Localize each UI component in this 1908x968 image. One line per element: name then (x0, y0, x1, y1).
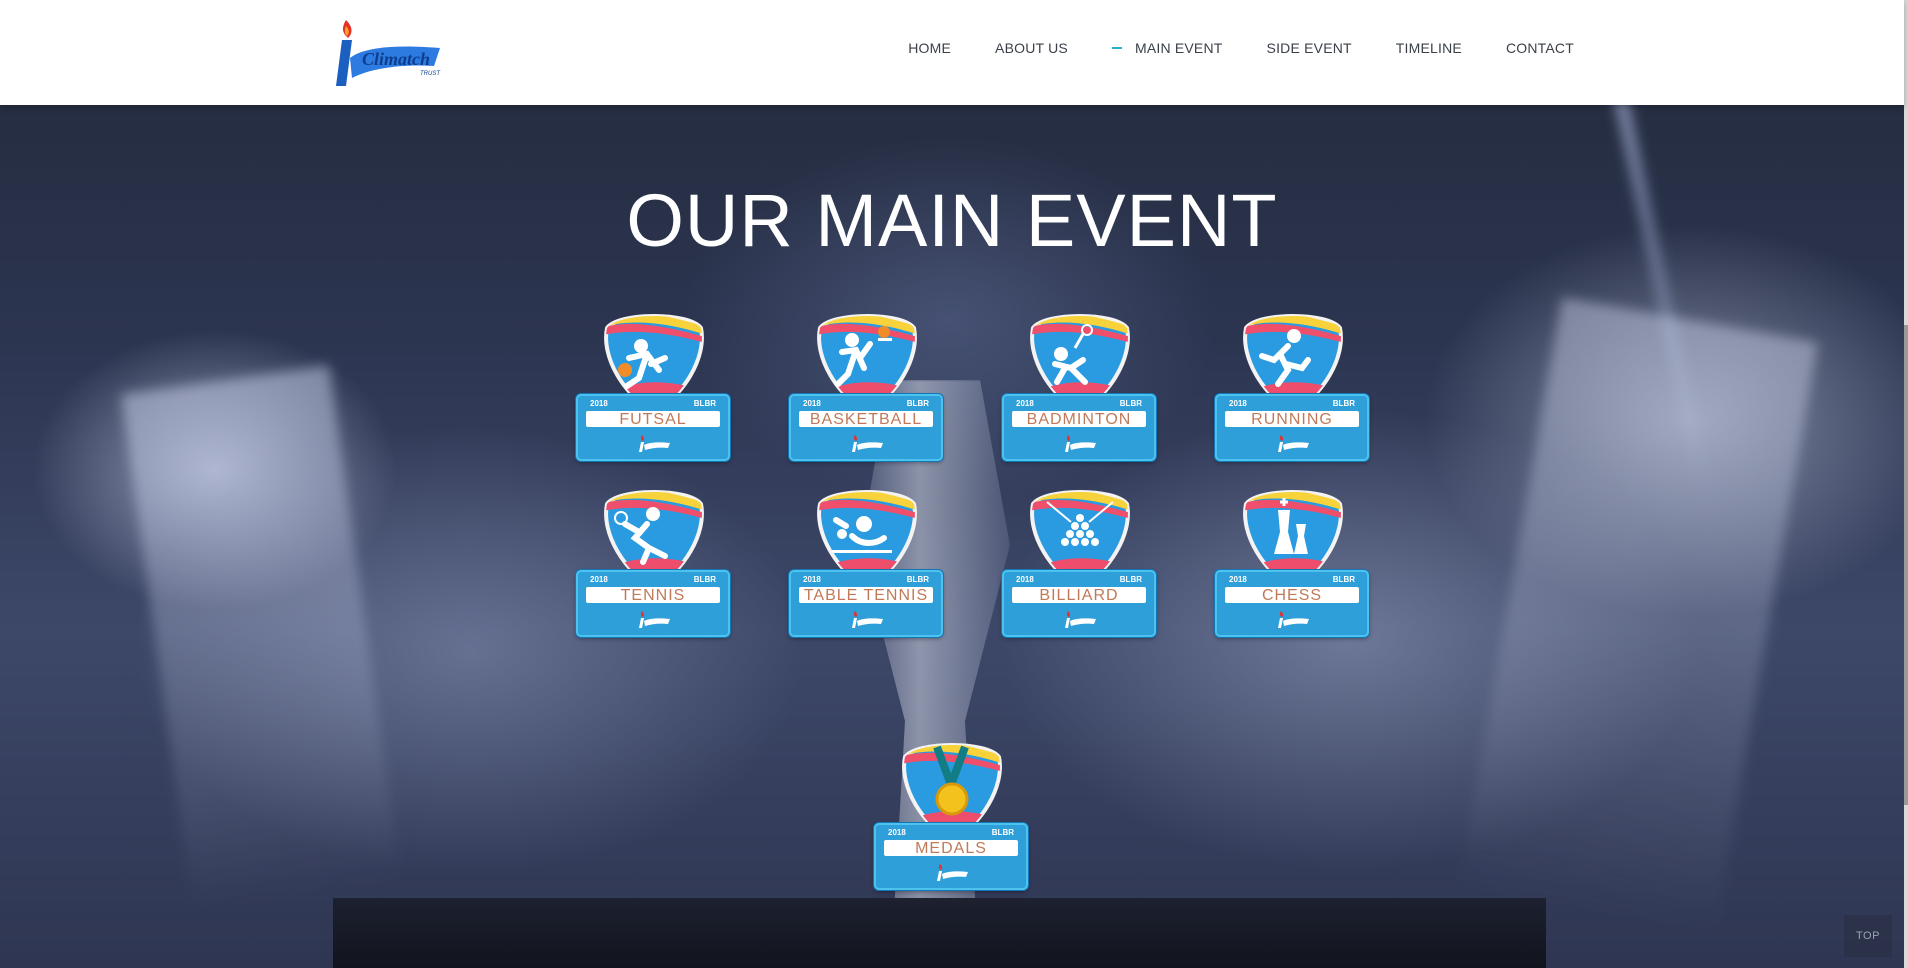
event-badge-billiard[interactable]: 2018 BLBR BILLIARD (1002, 484, 1158, 642)
mini-logo-icon (1278, 435, 1309, 452)
badge-plate: 2018 BLBR TABLE TENNIS (789, 570, 943, 637)
page-title: OUR MAIN EVENT (626, 178, 1278, 262)
badge-plate: 2018 BLBR BADMINTON (1002, 394, 1156, 461)
site-logo[interactable]: Climatch TRUST (332, 18, 448, 90)
nav-contact[interactable]: CONTACT (1506, 40, 1574, 56)
badge-plate: 2018 BLBR MEDALS (874, 823, 1028, 890)
badge-label: BADMINTON (1012, 411, 1146, 427)
mini-logo-icon (639, 435, 670, 452)
mini-logo-icon (1278, 611, 1309, 628)
badge-year: 2018 (590, 399, 608, 408)
badge-year: 2018 (1229, 575, 1247, 584)
badge-year: 2018 (888, 828, 906, 837)
svg-text:Climatch: Climatch (362, 49, 430, 69)
mini-logo-icon (852, 611, 883, 628)
nav-main-event[interactable]: MAIN EVENT (1111, 40, 1223, 56)
badge-year: 2018 (1016, 399, 1034, 408)
page-scrollbar[interactable] (1904, 0, 1908, 968)
badge-code: BLBR (1332, 575, 1355, 584)
nav-side-event[interactable]: SIDE EVENT (1267, 40, 1352, 56)
event-badge-running[interactable]: 2018 BLBR RUNNING (1215, 308, 1371, 466)
event-badge-futsal[interactable]: 2018 BLBR FUTSAL (576, 308, 732, 466)
badge-plate: 2018 BLBR FUTSAL (576, 394, 730, 461)
badge-year: 2018 (1229, 399, 1247, 408)
mini-logo-icon (639, 611, 670, 628)
badge-code: BLBR (1119, 399, 1142, 408)
badge-label: BASKETBALL (799, 411, 933, 427)
badge-year: 2018 (803, 575, 821, 584)
badge-code: BLBR (1332, 399, 1355, 408)
event-badge-table-tennis[interactable]: 2018 BLBR TABLE TENNIS (789, 484, 945, 642)
event-badge-tennis[interactable]: 2018 BLBR TENNIS (576, 484, 732, 642)
mini-logo-icon (1065, 611, 1096, 628)
badge-year: 2018 (1016, 575, 1034, 584)
event-badge-chess[interactable]: 2018 BLBR CHESS (1215, 484, 1371, 642)
event-badge-medals[interactable]: 2018 BLBR MEDALS (874, 737, 1030, 895)
event-badge-badminton[interactable]: 2018 BLBR BADMINTON (1002, 308, 1158, 466)
badge-label: BILLIARD (1012, 587, 1146, 603)
badge-plate: 2018 BLBR TENNIS (576, 570, 730, 637)
badge-label: TABLE TENNIS (799, 587, 933, 603)
active-indicator (1111, 47, 1122, 49)
badge-year: 2018 (803, 399, 821, 408)
badge-code: BLBR (693, 575, 716, 584)
badge-label: RUNNING (1225, 411, 1359, 427)
badge-label: FUTSAL (586, 411, 720, 427)
mini-logo-icon (1065, 435, 1096, 452)
nav-timeline[interactable]: TIMELINE (1396, 40, 1462, 56)
badge-code: BLBR (1119, 575, 1142, 584)
badge-plate: 2018 BLBR BILLIARD (1002, 570, 1156, 637)
mini-logo-icon (937, 864, 968, 881)
scroll-to-top-button[interactable]: TOP (1844, 915, 1892, 957)
podium (333, 898, 1546, 968)
iclimatch-torch-logo-icon: Climatch TRUST (336, 20, 441, 86)
badge-plate: 2018 BLBR RUNNING (1215, 394, 1369, 461)
event-badge-basketball[interactable]: 2018 BLBR BASKETBALL (789, 308, 945, 466)
badge-code: BLBR (906, 399, 929, 408)
badge-code: BLBR (693, 399, 716, 408)
svg-text:TRUST: TRUST (420, 71, 441, 77)
nav-home[interactable]: HOME (908, 40, 951, 56)
badge-code: BLBR (991, 828, 1014, 837)
site-header: Climatch TRUST HOME ABOUT US MAIN EVENT … (0, 0, 1904, 105)
badge-year: 2018 (590, 575, 608, 584)
badge-plate: 2018 BLBR BASKETBALL (789, 394, 943, 461)
badge-label: TENNIS (586, 587, 720, 603)
badge-plate: 2018 BLBR CHESS (1215, 570, 1369, 637)
mini-logo-icon (852, 435, 883, 452)
badge-label: CHESS (1225, 587, 1359, 603)
main-nav: HOME ABOUT US MAIN EVENT SIDE EVENT TIME… (864, 40, 1574, 56)
nav-about-us[interactable]: ABOUT US (995, 40, 1068, 56)
badge-code: BLBR (906, 575, 929, 584)
badge-label: MEDALS (884, 840, 1018, 856)
